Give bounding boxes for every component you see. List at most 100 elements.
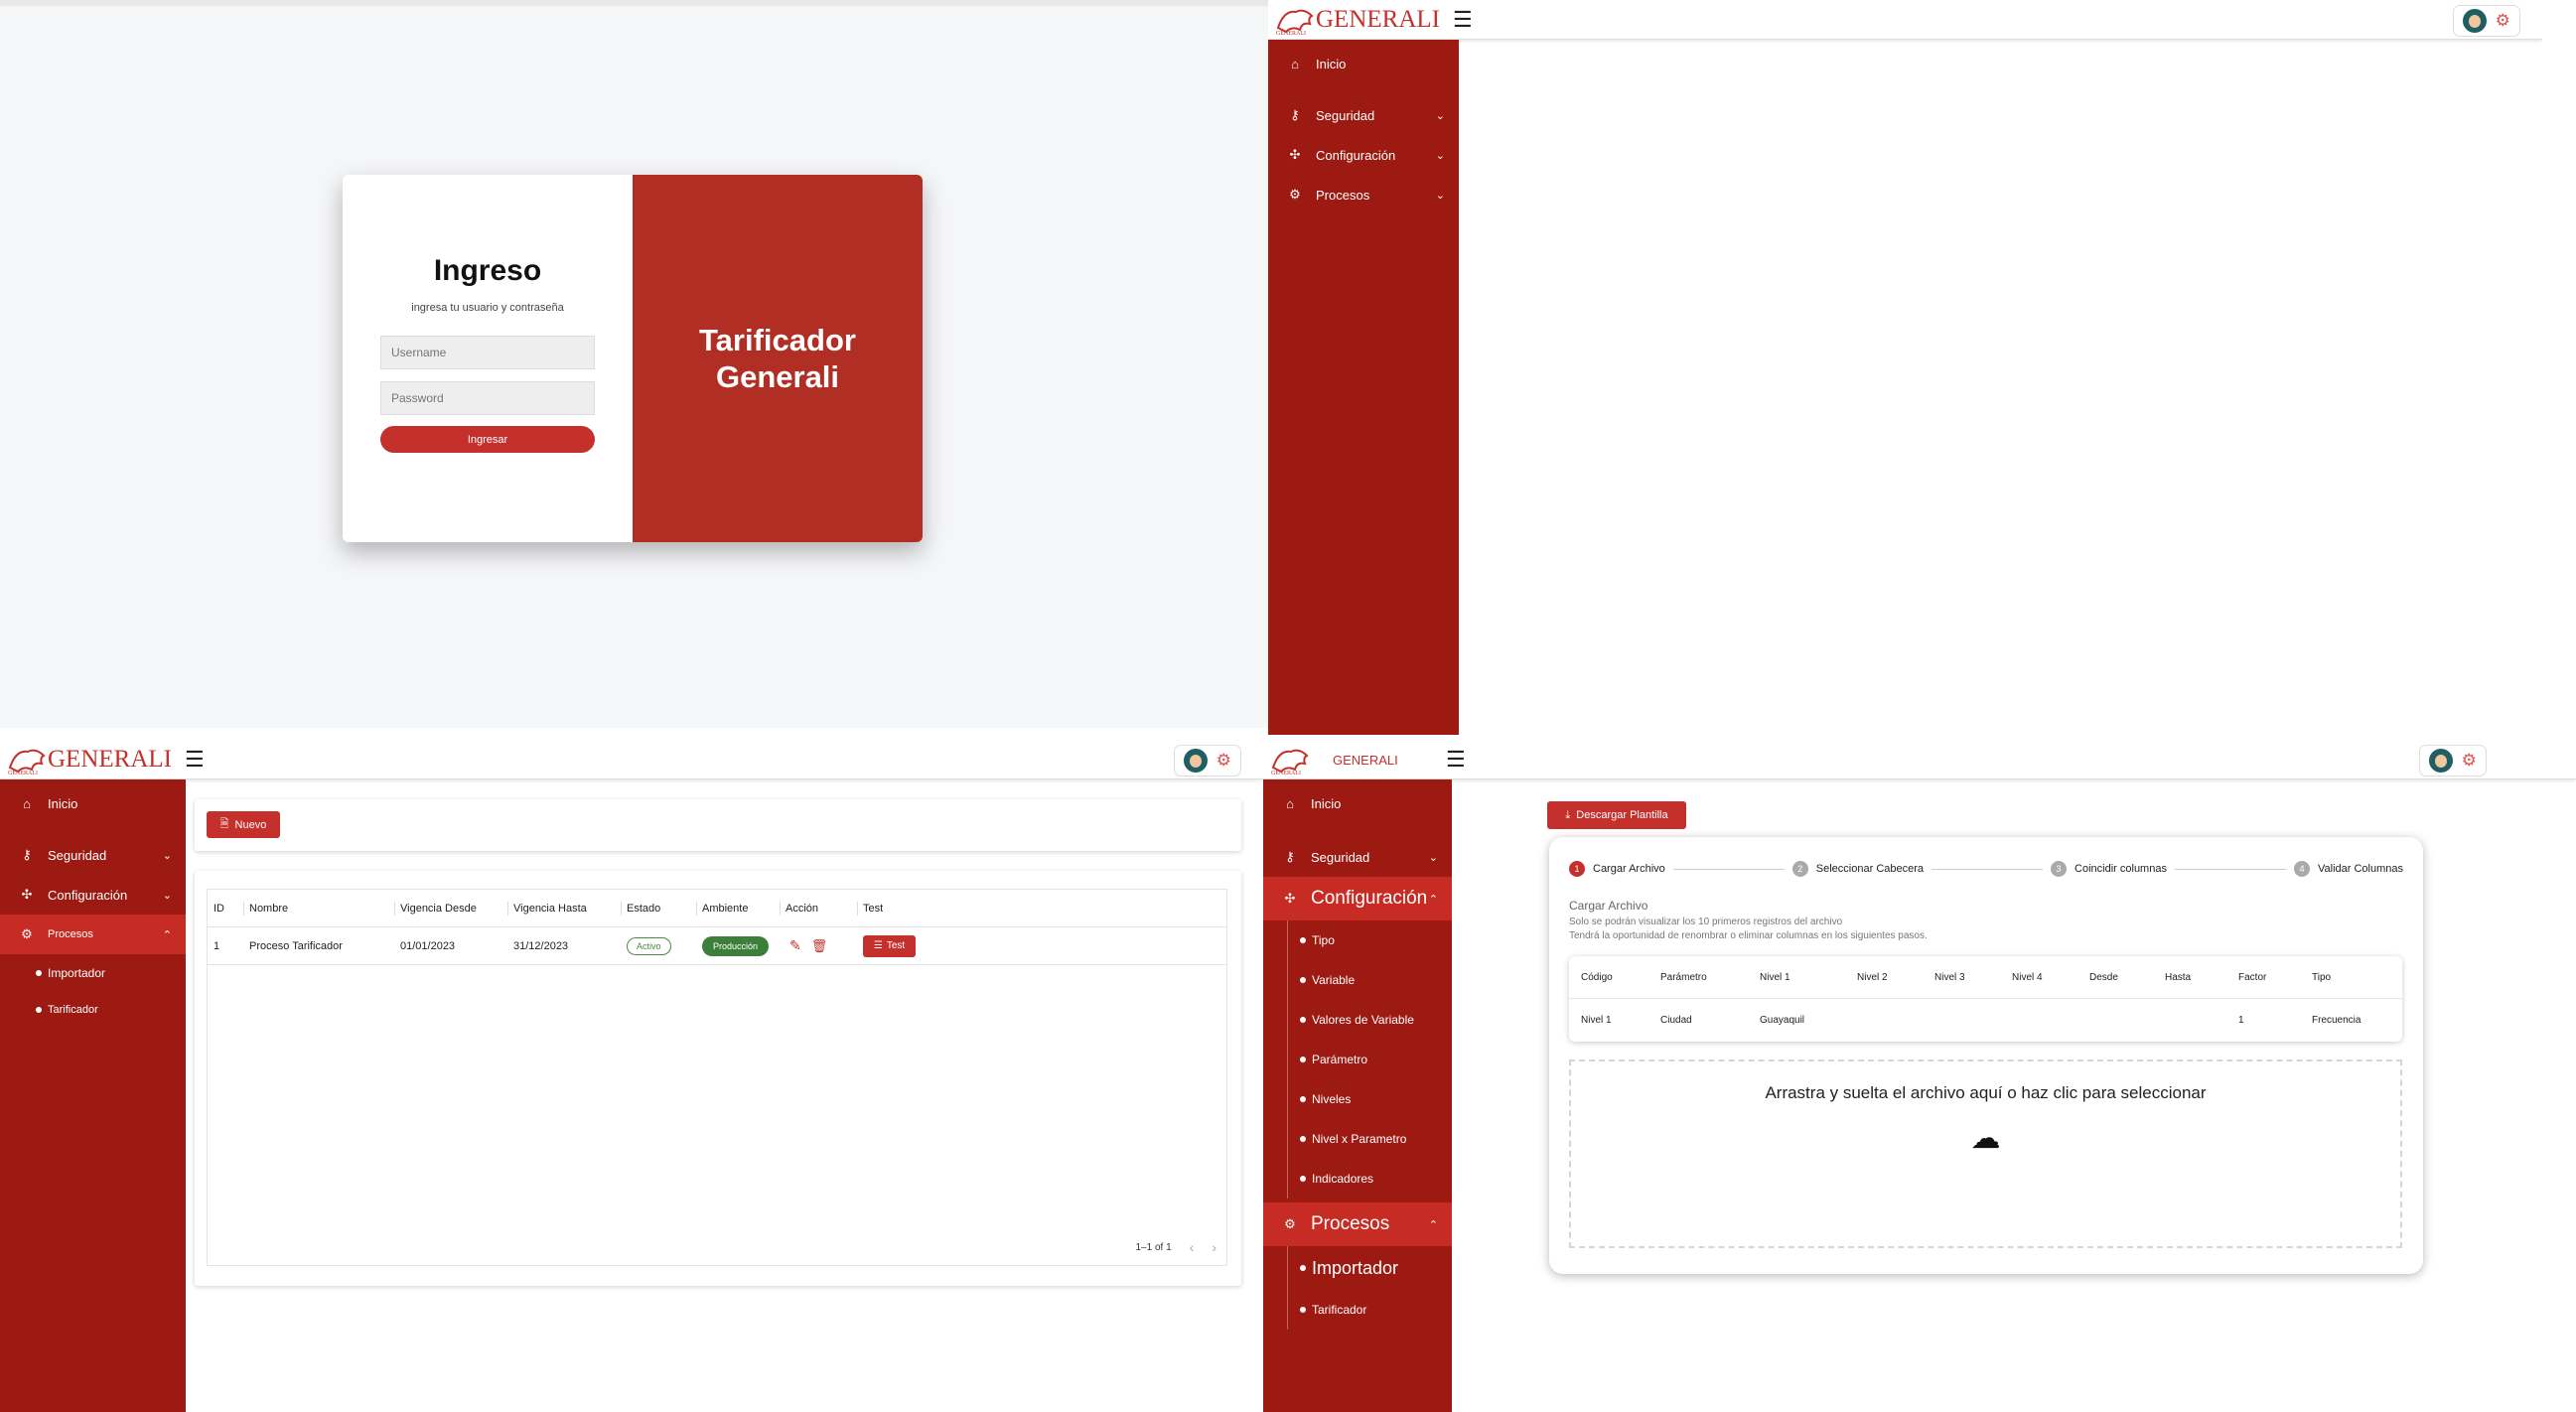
username-input[interactable]	[380, 336, 595, 369]
col-header[interactable]: Ambiente	[696, 890, 780, 926]
sidebar-item-inicio[interactable]: ⌂ Inicio	[1263, 783, 1452, 823]
sidebar-item-seguridad[interactable]: ⚷ Seguridad ⌄	[0, 835, 186, 875]
logo-text: GENERALI	[1316, 6, 1440, 33]
top-bar: GENERALI GENERALI ☰ ⚙	[0, 740, 1263, 779]
sidebar-subitem-importador[interactable]: Importador	[0, 954, 186, 991]
edit-icon[interactable]: ✎	[789, 937, 801, 954]
sidebar-subitem-tarificador[interactable]: Tarificador	[0, 991, 186, 1028]
col-header[interactable]: Nombre	[243, 890, 394, 926]
gear-icon[interactable]: ⚙	[1216, 751, 1231, 771]
cog-icon: ⚙	[1284, 1216, 1296, 1231]
sidebar-item-configuracion[interactable]: ✣ Configuración ⌄	[1268, 135, 1459, 175]
subitem-label: Variable	[1312, 973, 1356, 987]
subitem-label: Parámetro	[1312, 1053, 1368, 1066]
sidebar-subitem-variable[interactable]: Variable	[1288, 960, 1452, 1000]
sidebar-item-seguridad[interactable]: ⚷ Seguridad ⌄	[1268, 95, 1459, 135]
toolbar-card: 🗎 Nuevo	[195, 799, 1241, 851]
sidebar-subitem-valores-variable[interactable]: Valores de Variable	[1288, 1000, 1452, 1040]
download-template-button[interactable]: ⤓ Descargar Plantilla	[1547, 801, 1686, 829]
table-header: ID Nombre Vigencia Desde Vigencia Hasta …	[208, 890, 1226, 927]
sidebar-item-configuracion[interactable]: ✣ Configuración ⌄	[0, 875, 186, 915]
cell-nombre: Proceso Tarificador	[249, 939, 343, 952]
chevron-left-icon[interactable]: ‹	[1190, 1239, 1195, 1255]
col-header[interactable]: ID	[208, 890, 243, 926]
home-icon: ⌂	[1291, 56, 1299, 71]
preview-cell: Frecuencia	[2312, 1015, 2361, 1026]
preview-table: Código Parámetro Nivel 1 Nivel 2 Nivel 3…	[1569, 956, 2402, 1042]
gear-icon[interactable]: ⚙	[2496, 11, 2510, 31]
sidebar-item-configuracion[interactable]: ✣ Configuración ⌃	[1263, 877, 1452, 920]
col-header[interactable]: Vigencia Desde	[394, 890, 507, 926]
subitem-label: Nivel x Parametro	[1312, 1132, 1407, 1146]
file-icon: 🗎	[219, 818, 229, 830]
avatar[interactable]	[2429, 749, 2454, 773]
sidebar-item-inicio[interactable]: ⌂ Inicio	[1268, 44, 1459, 83]
sidebar-subitem-tipo[interactable]: Tipo	[1288, 920, 1452, 960]
col-header[interactable]: Vigencia Hasta	[507, 890, 621, 926]
trash-icon[interactable]: 🗑	[811, 938, 828, 954]
top-bar: GENERALI GENERALI ☰ ⚙	[1268, 0, 2542, 40]
generali-logo[interactable]: GENERALI GENERALI	[6, 744, 172, 776]
generali-logo[interactable]: GENERALI GENERALI	[1269, 744, 1398, 776]
new-button[interactable]: 🗎 Nuevo	[207, 811, 280, 838]
sidebar-item-procesos[interactable]: ⚙ Procesos ⌃	[1263, 1202, 1452, 1246]
sidebar-item-label: Seguridad	[1311, 849, 1370, 865]
col-header[interactable]: Test	[857, 890, 951, 926]
preview-col-header: Código	[1581, 971, 1613, 983]
sidebar-item-label: Inicio	[48, 795, 78, 811]
file-dropzone[interactable]: Arrastra y suelta el archivo aquí o haz …	[1569, 1059, 2402, 1248]
sidebar-subitem-importador[interactable]: Importador	[1288, 1246, 1452, 1290]
test-button[interactable]: ☰ Test	[863, 934, 916, 957]
step-2[interactable]: 2 Seleccionar Cabecera	[1791, 861, 1925, 877]
preview-col-header: Nivel 4	[2012, 971, 2043, 983]
info-line-1: Solo se podrán visualizar los 10 primero…	[1569, 917, 1843, 927]
col-header[interactable]: Estado	[621, 890, 696, 926]
gear-icon[interactable]: ⚙	[2462, 751, 2477, 771]
sidebar-item-seguridad[interactable]: ⚷ Seguridad ⌄	[1263, 837, 1452, 877]
avatar[interactable]	[1184, 749, 1209, 773]
col-header[interactable]: Acción	[780, 890, 857, 926]
sidebar-item-procesos[interactable]: ⚙ Procesos ⌄	[1268, 175, 1459, 214]
sidebar-subitem-parametro[interactable]: Parámetro	[1288, 1040, 1452, 1079]
sidebar-item-label: Configuración	[48, 887, 128, 903]
preview-header: Código Parámetro Nivel 1 Nivel 2 Nivel 3…	[1569, 956, 2402, 999]
step-3[interactable]: 3 Coincidir columnas	[2051, 861, 2167, 877]
preview-col-header: Nivel 2	[1857, 971, 1888, 983]
preview-col-header: Nivel 1	[1760, 971, 1790, 983]
user-menu[interactable]: ⚙	[1174, 745, 1241, 777]
sidebar-subitem-nivel-parametro[interactable]: Nivel x Parametro	[1288, 1119, 1452, 1159]
password-input[interactable]	[380, 381, 595, 415]
step-4[interactable]: 4 Validar Columnas	[2293, 861, 2403, 877]
sidebar-item-inicio[interactable]: ⌂ Inicio	[0, 783, 186, 823]
key-icon: ⚷	[1285, 849, 1295, 864]
hamburger-icon[interactable]: ☰	[1446, 749, 1466, 771]
brand-text-line1: Tarificador	[699, 323, 856, 357]
table-row[interactable]: 1 Proceso Tarificador 01/01/2023 31/12/2…	[208, 927, 1226, 965]
preview-col-header: Desde	[2089, 971, 2118, 983]
download-icon: ⤓	[1565, 808, 1571, 821]
avatar[interactable]	[2463, 9, 2488, 33]
step-number: 4	[2293, 861, 2310, 877]
step-number: 1	[1569, 861, 1585, 877]
hamburger-icon[interactable]: ☰	[185, 749, 205, 771]
user-menu[interactable]: ⚙	[2419, 745, 2487, 777]
subitem-label: Importador	[1312, 1257, 1399, 1278]
step-1[interactable]: 1 Cargar Archivo	[1569, 861, 1665, 877]
preview-col-header: Nivel 3	[1934, 971, 1965, 983]
sidebar-item-procesos[interactable]: ⚙ Procesos ⌃	[0, 915, 186, 954]
generali-logo[interactable]: GENERALI GENERALI	[1274, 4, 1440, 36]
sidebar: ⌂ Inicio ⚷ Seguridad ⌄ ✣ Configuración ⌄ ⚙ Pro…	[0, 779, 186, 1412]
hamburger-icon[interactable]: ☰	[1453, 9, 1473, 31]
section-title: Cargar Archivo	[1569, 899, 1648, 913]
sidebar-item-label: Procesos	[48, 928, 93, 940]
user-menu[interactable]: ⚙	[2453, 5, 2520, 37]
step-label: Seleccionar Cabecera	[1815, 863, 1925, 875]
list-icon: ☰	[873, 940, 883, 951]
sidebar-subitem-niveles[interactable]: Niveles	[1288, 1079, 1452, 1119]
step-label: Cargar Archivo	[1593, 863, 1665, 875]
chevron-right-icon[interactable]: ›	[1212, 1239, 1216, 1255]
login-button[interactable]: Ingresar	[380, 426, 595, 453]
sidebar-subitem-tarificador[interactable]: Tarificador	[1288, 1290, 1452, 1330]
sidebar-subitem-indicadores[interactable]: Indicadores	[1288, 1159, 1452, 1199]
sidebar-item-label: Procesos	[1316, 187, 1370, 203]
